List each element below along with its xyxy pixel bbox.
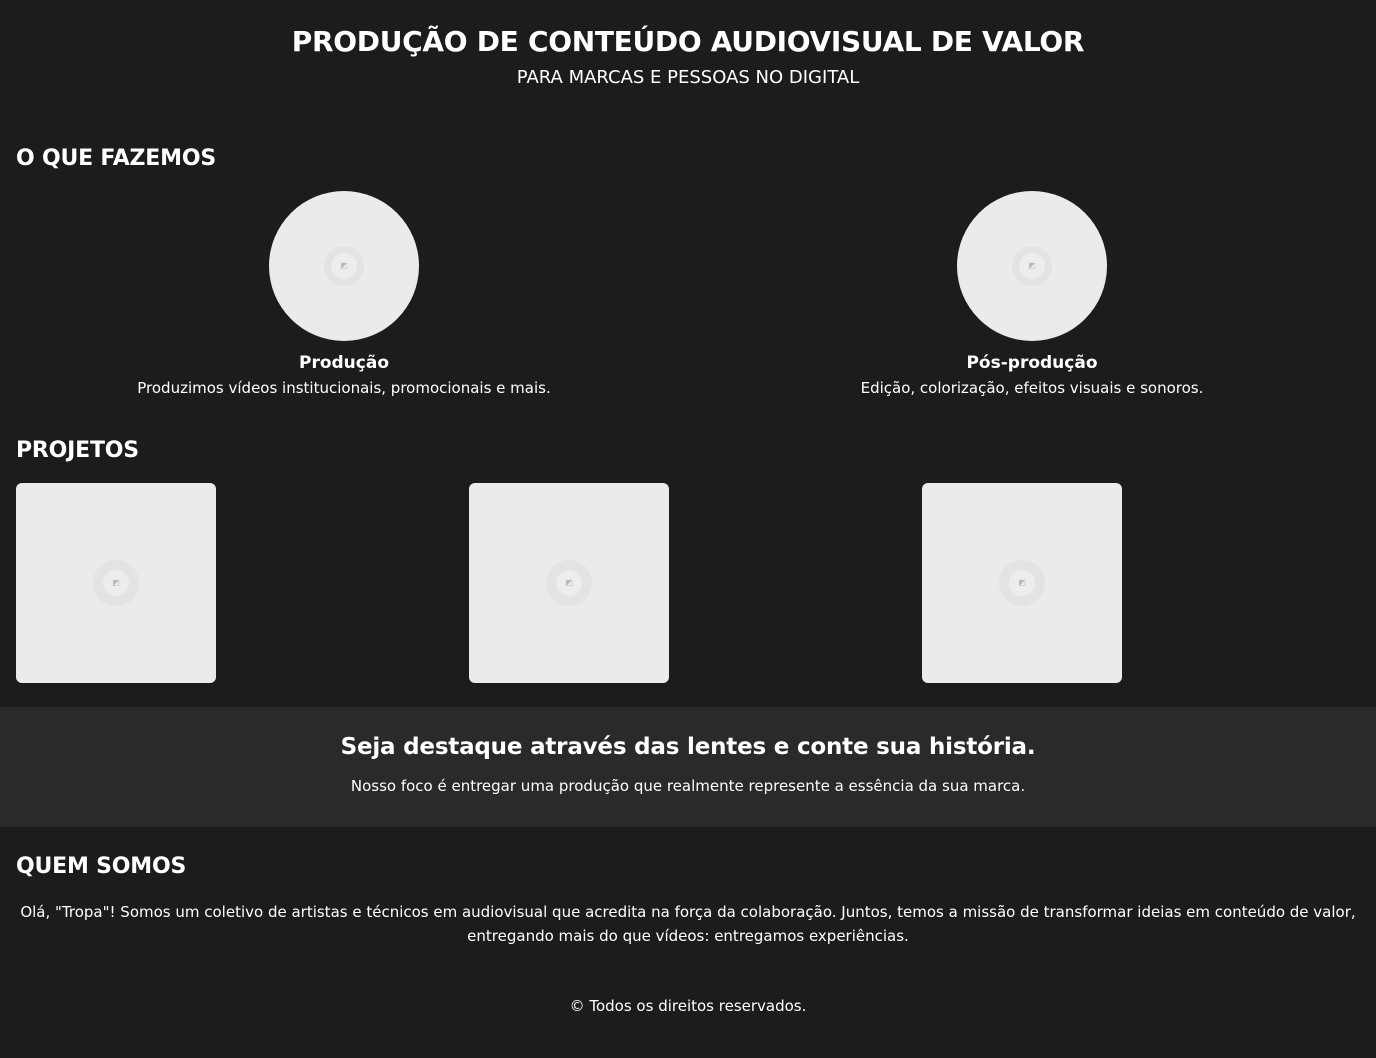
- copyright-text: © Todos os direitos reservados.: [569, 997, 807, 1015]
- service-name: Produção: [298, 353, 390, 373]
- service-image: ◩: [957, 191, 1107, 341]
- project-card[interactable]: ◩: [469, 483, 669, 683]
- projects-section: PROJETOS ◩ ◩ ◩: [0, 398, 1376, 683]
- about-text: Olá, "Tropa"! Somos um coletivo de artis…: [20, 903, 1356, 945]
- about-heading: QUEM SOMOS: [16, 854, 187, 879]
- service-item-producao: ◩ Produção Produzimos vídeos institucion…: [0, 191, 688, 398]
- banner-text: Nosso foco é entregar uma produção que r…: [350, 777, 1026, 795]
- image-placeholder-icon: ◩: [324, 246, 364, 286]
- projects-grid: ◩ ◩ ◩: [0, 483, 1376, 683]
- image-placeholder-icon: ◩: [93, 560, 139, 606]
- about-section: QUEM SOMOS Olá, "Tropa"! Somos um coleti…: [0, 827, 1376, 948]
- page-title: PRODUÇÃO DE CONTEÚDO AUDIOVISUAL DE VALO…: [291, 25, 1085, 58]
- hero-section: PRODUÇÃO DE CONTEÚDO AUDIOVISUAL DE VALO…: [0, 0, 1376, 102]
- service-item-pos-producao: ◩ Pós-produção Edição, colorização, efei…: [688, 191, 1376, 398]
- image-placeholder-icon: ◩: [546, 560, 592, 606]
- service-description: Produzimos vídeos institucionais, promoc…: [137, 379, 551, 397]
- service-description: Edição, colorização, efeitos visuais e s…: [860, 379, 1204, 397]
- projects-heading: PROJETOS: [16, 438, 139, 463]
- service-image: ◩: [269, 191, 419, 341]
- service-name: Pós-produção: [966, 353, 1098, 373]
- services-heading: O QUE FAZEMOS: [16, 146, 216, 171]
- project-card[interactable]: ◩: [16, 483, 216, 683]
- image-placeholder-icon: ◩: [1012, 246, 1052, 286]
- image-placeholder-icon: ◩: [999, 560, 1045, 606]
- banner-headline: Seja destaque através das lentes e conte…: [340, 734, 1036, 760]
- services-list: ◩ Produção Produzimos vídeos institucion…: [0, 191, 1376, 398]
- project-card[interactable]: ◩: [922, 483, 1122, 683]
- page-subtitle: PARA MARCAS E PESSOAS NO DIGITAL: [516, 67, 860, 88]
- services-section: O QUE FAZEMOS ◩ Produção Produzimos víde…: [0, 102, 1376, 398]
- highlight-banner: Seja destaque através das lentes e conte…: [0, 707, 1376, 827]
- footer: © Todos os direitos reservados.: [0, 996, 1376, 1016]
